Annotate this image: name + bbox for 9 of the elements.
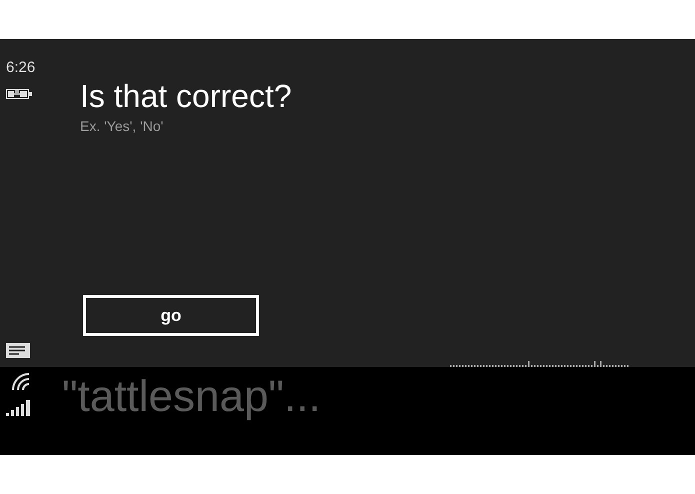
hint-text: Ex. 'Yes', 'No' <box>80 117 164 136</box>
message-icon <box>6 342 30 358</box>
battery-charging-icon <box>6 88 32 100</box>
clock-text: 6:26 <box>6 58 36 78</box>
speech-text: "tattlesnap"... <box>62 375 322 419</box>
go-button[interactable]: go <box>83 295 259 336</box>
prompt-title: Is that correct? <box>80 79 293 114</box>
wifi-icon <box>12 372 30 390</box>
signal-icon <box>6 400 31 416</box>
